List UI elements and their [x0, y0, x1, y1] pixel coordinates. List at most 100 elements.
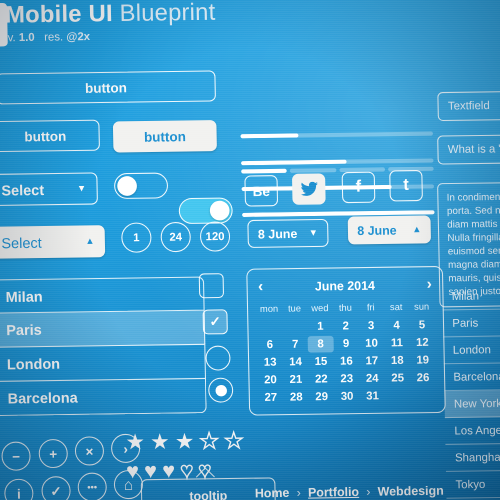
- calendar-day[interactable]: 6: [257, 336, 283, 353]
- ui-kit-screenshot: Mobile UI Blueprint v. 1.0 res. @2x butt…: [0, 0, 500, 500]
- list-item[interactable]: Milan: [0, 276, 205, 314]
- facebook-icon[interactable]: f: [341, 171, 376, 204]
- info-icon[interactable]: i: [4, 478, 34, 500]
- version-value: 1.0: [18, 31, 35, 45]
- calendar-day[interactable]: 23: [334, 371, 360, 388]
- select-outline[interactable]: Select ▼: [0, 172, 98, 207]
- calendar-day[interactable]: 26: [410, 370, 436, 387]
- date-picker-filled[interactable]: 8 June ▲: [347, 215, 432, 245]
- version-subtitle: v. 1.0 res. @2x: [8, 31, 91, 45]
- progress-bar[interactable]: [240, 131, 434, 139]
- caret-up-icon: ▲: [412, 223, 422, 235]
- calendar-header: ‹ June 2014 ›: [256, 273, 435, 301]
- calendar-day[interactable]: 4: [384, 317, 410, 334]
- calendar-day[interactable]: 21: [283, 371, 309, 388]
- close-icon[interactable]: ×: [74, 436, 105, 466]
- radio-unselected[interactable]: [205, 345, 231, 371]
- calendar-blank: .: [282, 319, 308, 336]
- calendar-day[interactable]: 24: [359, 370, 385, 387]
- calendar-day[interactable]: 12: [409, 334, 435, 351]
- calendar-day[interactable]: 25: [385, 370, 411, 387]
- list-item[interactable]: Paris: [0, 310, 206, 348]
- calendar-weekday: wed: [311, 302, 329, 314]
- progress-bar[interactable]: [240, 158, 434, 166]
- calendar-day[interactable]: 9: [333, 335, 359, 352]
- star-rating[interactable]: ★ ★ ★ ★ ★: [125, 428, 244, 454]
- select-filled[interactable]: Select ▲: [0, 225, 106, 259]
- date-value: 8 June: [257, 226, 298, 242]
- calendar-day[interactable]: 16: [334, 353, 360, 370]
- tumblr-icon[interactable]: t: [389, 169, 423, 202]
- outline-button-label: button: [24, 127, 67, 144]
- progress-fill: [240, 159, 347, 166]
- filled-button[interactable]: button: [112, 120, 217, 153]
- badge-count[interactable]: 1: [121, 222, 152, 253]
- calendar-day[interactable]: 20: [258, 372, 284, 389]
- outline-button[interactable]: button: [0, 119, 100, 153]
- list-item[interactable]: Tokyo: [445, 470, 500, 499]
- date-picker-outline[interactable]: 8 June ▼: [247, 218, 329, 248]
- calendar: ‹ June 2014 › montuewedthufrisatsun..123…: [246, 265, 446, 416]
- twitter-icon[interactable]: [291, 173, 326, 205]
- list-item[interactable]: Barcelona: [0, 378, 207, 417]
- breadcrumb-item[interactable]: Home: [255, 485, 290, 500]
- breadcrumb-item[interactable]: Webdesign: [378, 483, 444, 498]
- list-item[interactable]: Los Angeles: [444, 416, 500, 445]
- calendar-day[interactable]: 5: [409, 317, 435, 334]
- check-icon[interactable]: ✓: [41, 476, 71, 500]
- toggle-on[interactable]: [178, 197, 233, 225]
- question-field[interactable]: What is a "lor: [437, 133, 500, 165]
- badge-label: 1: [133, 231, 140, 244]
- list-item[interactable]: New York: [444, 389, 500, 419]
- badge-count[interactable]: 120: [199, 221, 231, 252]
- breadcrumb-separator: ›: [296, 485, 301, 500]
- calendar-day[interactable]: 28: [283, 389, 309, 406]
- calendar-day[interactable]: 14: [283, 354, 309, 371]
- calendar-day[interactable]: 13: [257, 354, 283, 371]
- calendar-day[interactable]: 15: [308, 353, 334, 370]
- prev-month-icon[interactable]: ‹: [258, 278, 264, 296]
- list-item[interactable]: Shanghai: [445, 443, 500, 472]
- toggle-off[interactable]: [113, 172, 169, 200]
- calendar-day[interactable]: 3: [358, 317, 384, 334]
- star-empty-icon: ★: [223, 428, 244, 454]
- list-item-label: Milan: [5, 287, 43, 305]
- calendar-day-selected[interactable]: 8: [307, 335, 334, 353]
- calendar-day[interactable]: 29: [309, 389, 335, 406]
- calendar-day[interactable]: 31: [360, 388, 386, 405]
- calendar-day[interactable]: 7: [282, 336, 308, 353]
- check-icon: ✓: [209, 313, 222, 330]
- plus-icon[interactable]: +: [38, 438, 69, 469]
- calendar-day[interactable]: 1: [307, 318, 333, 335]
- toggle-knob: [117, 176, 138, 196]
- checkbox-unchecked[interactable]: [198, 273, 225, 299]
- calendar-day[interactable]: 27: [258, 389, 284, 406]
- behance-icon[interactable]: Bē: [244, 175, 279, 207]
- list-item[interactable]: London: [0, 344, 207, 382]
- calendar-day[interactable]: 10: [359, 335, 385, 352]
- ellipsis-icon[interactable]: •••: [77, 472, 108, 500]
- list-item[interactable]: Milan: [442, 281, 500, 311]
- res-label: res.: [44, 31, 64, 44]
- checkbox-checked[interactable]: ✓: [202, 309, 228, 335]
- calendar-day[interactable]: 17: [359, 353, 385, 370]
- calendar-day[interactable]: 2: [333, 318, 359, 335]
- radio-dot: [214, 384, 227, 396]
- calendar-grid: montuewedthufrisatsun..12345678910111213…: [256, 299, 436, 406]
- calendar-day[interactable]: 18: [384, 352, 410, 369]
- calendar-day[interactable]: 30: [334, 388, 360, 405]
- list-item[interactable]: Barcelona: [443, 362, 500, 392]
- badge-count[interactable]: 24: [160, 221, 192, 253]
- progress-fill: [240, 133, 299, 139]
- breadcrumb-item[interactable]: Portfolio: [308, 484, 359, 499]
- minus-icon[interactable]: −: [1, 441, 31, 471]
- next-month-icon[interactable]: ›: [426, 275, 432, 293]
- textfield[interactable]: Textfield: [437, 90, 500, 122]
- list-item[interactable]: Paris: [442, 308, 500, 338]
- radio-selected[interactable]: [208, 377, 234, 403]
- calendar-day[interactable]: 11: [384, 335, 410, 352]
- wide-button[interactable]: button: [0, 70, 216, 105]
- calendar-day[interactable]: 22: [308, 371, 334, 388]
- calendar-day[interactable]: 19: [410, 352, 436, 369]
- list-item[interactable]: London: [443, 335, 500, 365]
